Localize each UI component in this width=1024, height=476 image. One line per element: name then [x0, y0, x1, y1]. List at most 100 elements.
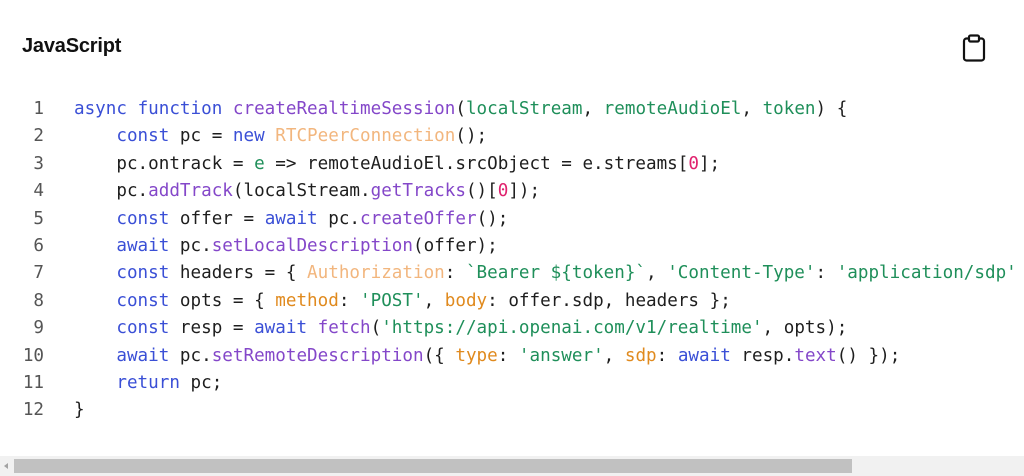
code-token: await — [254, 318, 308, 339]
code-content[interactable]: 1 async function createRealtimeSession(lo… — [0, 96, 1024, 456]
line-number: 12 — [22, 400, 44, 421]
code-line: 11 return pc; — [0, 370, 1024, 397]
code-line: 5 const offer = await pc.createOffer(); — [0, 206, 1024, 233]
code-token: (); — [455, 126, 488, 147]
line-number: 2 — [33, 126, 44, 147]
code-token: resp = — [169, 318, 255, 339]
line-number: 1 — [33, 99, 44, 119]
code-line: 7 const headers = { Authorization: `Bear… — [0, 260, 1024, 287]
code-token: RTCPeerConnection — [275, 126, 456, 147]
code-token: opts = { — [169, 290, 276, 311]
line-number: 7 — [33, 263, 44, 284]
scroll-left-arrow-icon[interactable] — [0, 456, 12, 476]
code-token: fetch — [317, 318, 371, 339]
code-token: , opts); — [762, 318, 848, 339]
code-token: pc = — [169, 126, 233, 147]
code-token: 'answer' — [518, 345, 604, 366]
code-token: }; — [1017, 263, 1024, 283]
code-token: const — [116, 126, 170, 147]
copy-button[interactable] — [958, 30, 990, 66]
code-token: ()[ — [465, 181, 498, 202]
code-token: : offer.sdp, headers }; — [487, 290, 731, 311]
code-token: type — [455, 345, 498, 366]
code-token: setLocalDescription — [211, 235, 413, 256]
code-token: (localStream. — [232, 181, 371, 202]
line-number: 6 — [33, 235, 44, 256]
code-line: 2 const pc = new RTCPeerConnection(); — [0, 123, 1024, 150]
code-text: const headers = { Authorization: `Bearer… — [74, 260, 1024, 287]
code-token: pc. — [74, 181, 149, 202]
code-token: headers = { — [169, 263, 308, 284]
code-line: 1 async function createRealtimeSession(lo… — [0, 96, 1024, 123]
code-token: ) { — [815, 99, 848, 119]
code-line: 12} — [0, 397, 1024, 424]
code-token: offer = — [169, 208, 265, 229]
code-token: 0 — [497, 181, 509, 202]
code-token: , — [582, 99, 604, 119]
line-number: 3 — [33, 153, 44, 174]
code-token: addTrack — [148, 181, 233, 202]
code-token: , — [603, 345, 625, 366]
code-token: method — [275, 290, 339, 311]
horizontal-scrollbar[interactable] — [0, 456, 1024, 476]
line-number: 9 — [33, 318, 44, 339]
code-token: ]; — [698, 153, 721, 174]
code-token: pc; — [179, 372, 223, 393]
code-token: () }); — [836, 345, 901, 366]
code-token: 0 — [688, 153, 699, 174]
code-token: remoteAudioEl — [603, 99, 742, 119]
code-token: createRealtimeSession — [232, 99, 456, 119]
code-line: 3 pc.ontrack = e => remoteAudioEl.srcObj… — [0, 151, 1024, 178]
code-token: 'https://api.openai.com/v1/realtime' — [381, 318, 763, 339]
code-token: createOffer — [360, 208, 477, 229]
clipboard-icon — [962, 34, 986, 62]
code-token: await — [116, 235, 170, 256]
code-token: getTracks — [370, 181, 466, 202]
code-block: JavaScript 1 async function createRealtim… — [0, 0, 1024, 476]
code-token: const — [116, 263, 170, 284]
code-token: async — [74, 99, 127, 119]
code-token: , — [646, 263, 668, 284]
code-line: 9 const resp = await fetch('https://api.… — [0, 315, 1024, 342]
code-text: } — [74, 397, 85, 424]
code-token: : — [338, 290, 361, 311]
code-token: text — [794, 345, 837, 366]
code-token: await — [116, 345, 170, 366]
code-token: ( — [455, 99, 466, 119]
code-line: 8 const opts = { method: 'POST', body: o… — [0, 288, 1024, 315]
code-token: const — [116, 208, 170, 229]
code-token: await — [677, 345, 731, 366]
language-label: JavaScript — [22, 35, 122, 57]
code-token: localStream — [465, 99, 583, 119]
code-token: token — [762, 99, 816, 119]
code-token: Authorization — [307, 263, 445, 284]
code-token: ]); — [508, 181, 541, 202]
code-token: pc.ontrack = — [74, 153, 255, 174]
code-text: pc.addTrack(localStream.getTracks()[0]); — [74, 178, 540, 205]
code-token: body — [444, 290, 488, 311]
code-token: (offer); — [412, 235, 498, 256]
code-token: 'application/sdp' — [836, 263, 1017, 284]
code-token: pc. — [169, 235, 212, 256]
code-text: async function createRealtimeSession(loc… — [74, 96, 847, 123]
code-token: : — [656, 345, 678, 366]
line-number: 4 — [33, 181, 44, 202]
scrollbar-thumb[interactable] — [14, 459, 852, 473]
code-token: 'Content-Type' — [667, 263, 816, 284]
code-text: const resp = await fetch('https://api.op… — [74, 315, 847, 342]
code-token: , — [423, 290, 445, 311]
code-token: ( — [370, 318, 382, 339]
code-token: `Bearer ${token}` — [465, 263, 647, 284]
code-block-header: JavaScript — [0, 0, 1024, 96]
code-line: 4 pc.addTrack(localStream.getTracks()[0]… — [0, 178, 1024, 205]
line-number: 5 — [33, 208, 44, 229]
code-token: , — [741, 99, 763, 119]
